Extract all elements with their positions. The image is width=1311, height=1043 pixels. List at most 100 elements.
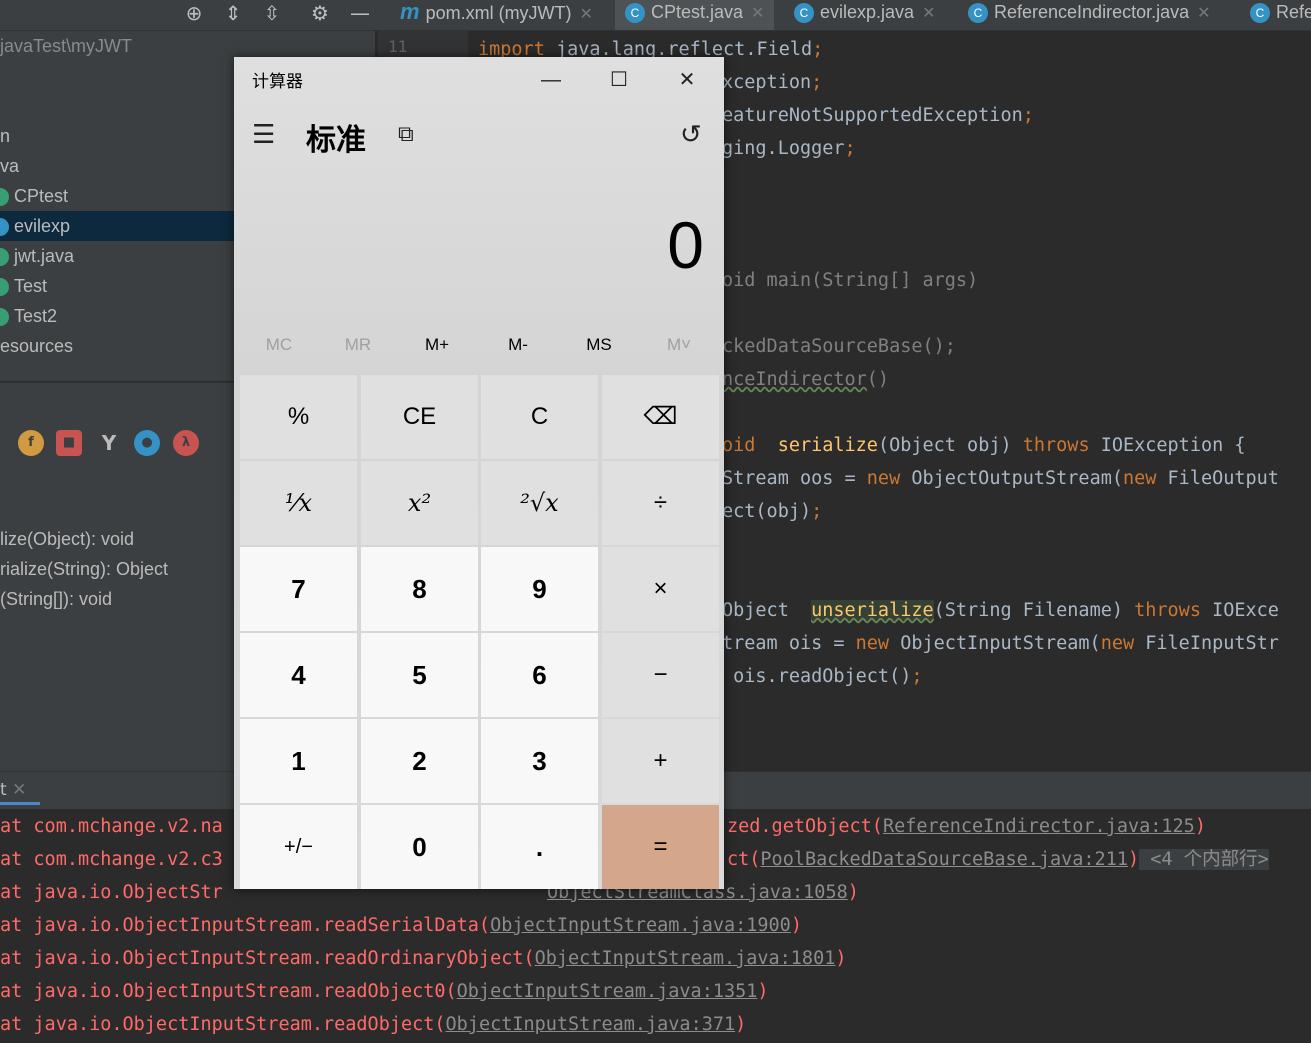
- stack-link[interactable]: PoolBackedDataSourceBase.java:211: [760, 849, 1128, 870]
- close-button[interactable]: ✕: [654, 57, 720, 103]
- code-line: Stream oos = new ObjectOutputStream(new …: [722, 468, 1279, 489]
- project-path: javaTest\myJWT: [0, 36, 133, 56]
- tree-item-test2[interactable]: Test2: [0, 301, 57, 331]
- reciprocal-button[interactable]: ⅟x: [240, 461, 357, 545]
- history-icon[interactable]: ↺: [680, 119, 702, 150]
- digit-3-button[interactable]: 3: [481, 719, 598, 803]
- hamburger-menu-icon[interactable]: ☰: [252, 119, 275, 150]
- gear-icon[interactable]: ⚙: [306, 0, 334, 26]
- lambda-icon[interactable]: λ: [173, 430, 199, 456]
- stack-line: at java.io.ObjectStr ObjectStreamClass.ja…: [0, 882, 859, 903]
- negate-button[interactable]: +/−: [240, 805, 357, 889]
- digit-0-button[interactable]: 0: [361, 805, 478, 889]
- internal-lines-badge[interactable]: <4 个内部行>: [1139, 849, 1269, 870]
- tree-item-label: evilexp: [14, 216, 71, 236]
- tree-item-label: va: [0, 156, 20, 176]
- code-line: oid serialize(Object obj) throws IOExcep…: [722, 435, 1246, 456]
- code-line: Object unserialize(String Filename) thro…: [722, 600, 1279, 621]
- structure-item[interactable]: (String[]): void: [0, 584, 112, 614]
- class-icon: C: [968, 3, 988, 24]
- close-icon[interactable]: ✕: [580, 6, 593, 23]
- tree-item[interactable]: n: [0, 121, 10, 151]
- memory-clear-button[interactable]: MC: [239, 335, 319, 355]
- circle-icon[interactable]: ●: [134, 430, 160, 456]
- maximize-button[interactable]: ☐: [586, 57, 652, 103]
- code-line: nceIndirector(): [722, 369, 890, 390]
- percent-button[interactable]: %: [240, 375, 357, 459]
- tree-item-label: CPtest: [14, 186, 69, 206]
- divide-button[interactable]: ÷: [602, 461, 719, 545]
- stack-line: at com.mchange.v2.na zed.getObject(Refere…: [0, 816, 1206, 837]
- multiply-button[interactable]: ×: [602, 547, 719, 631]
- digit-2-button[interactable]: 2: [361, 719, 478, 803]
- memory-recall-button[interactable]: MR: [318, 335, 398, 355]
- digit-7-button[interactable]: 7: [240, 547, 357, 631]
- field-filter-icon[interactable]: f: [18, 430, 44, 456]
- digit-4-button[interactable]: 4: [240, 633, 357, 717]
- run-tab[interactable]: t ✕: [0, 780, 26, 800]
- tab-label: evilexp.java: [820, 2, 915, 22]
- stack-link[interactable]: ObjectInputStream.java:1801: [535, 948, 836, 969]
- tab-referenceindirector[interactable]: C ReferenceIndirector.java ✕: [958, 0, 1221, 30]
- memory-subtract-button[interactable]: M-: [478, 335, 558, 355]
- digit-1-button[interactable]: 1: [240, 719, 357, 803]
- tree-item[interactable]: va: [0, 151, 19, 181]
- digit-8-button[interactable]: 8: [361, 547, 478, 631]
- result-display: 0: [667, 208, 704, 282]
- tab-label: pom.xml (myJWT): [425, 3, 572, 23]
- expand-icon[interactable]: ⇳: [258, 0, 286, 26]
- square-button[interactable]: x²: [361, 461, 478, 545]
- minimize-button[interactable]: —: [518, 57, 584, 103]
- lock-icon[interactable]: ■: [56, 430, 82, 456]
- subtract-button[interactable]: −: [602, 633, 719, 717]
- tree-item-test[interactable]: Test: [0, 271, 47, 301]
- digit-6-button[interactable]: 6: [481, 633, 598, 717]
- class-icon: [0, 278, 9, 297]
- target-icon[interactable]: ⊕: [180, 0, 208, 26]
- minimize-icon[interactable]: —: [346, 0, 374, 26]
- decimal-button[interactable]: .: [481, 805, 598, 889]
- tree-item-cptest[interactable]: CPtest: [0, 181, 68, 211]
- digit-5-button[interactable]: 5: [361, 633, 478, 717]
- stack-link[interactable]: ObjectInputStream.java:1900: [490, 915, 791, 936]
- memory-add-button[interactable]: M+: [397, 335, 477, 355]
- digit-9-button[interactable]: 9: [481, 547, 598, 631]
- tab-cptest[interactable]: C CPtest.java ✕: [615, 0, 775, 30]
- tab-refe[interactable]: C Refe: [1240, 0, 1311, 30]
- tab-label: Refe: [1276, 2, 1311, 22]
- structure-item[interactable]: rialize(String): Object: [0, 554, 168, 584]
- tree-item-label: Test: [14, 276, 48, 296]
- keep-on-top-icon[interactable]: ⧉: [398, 121, 414, 147]
- sqrt-button[interactable]: ²√x: [481, 461, 598, 545]
- tree-item-label: Test2: [14, 306, 58, 326]
- tab-pom-xml[interactable]: m pom.xml (myJWT) ✕: [392, 0, 601, 30]
- class-icon: [0, 248, 9, 267]
- close-icon[interactable]: ✕: [751, 5, 764, 22]
- close-icon[interactable]: ✕: [1197, 5, 1210, 22]
- equals-button[interactable]: =: [602, 805, 719, 889]
- stack-link[interactable]: ObjectInputStream.java:371: [446, 1014, 736, 1035]
- tree-item-jwt[interactable]: jwt.java: [0, 241, 74, 271]
- memory-list-button[interactable]: M˅: [639, 335, 719, 355]
- stack-line: at java.io.ObjectInputStream.readObject0…: [0, 981, 769, 1002]
- class-icon: C: [794, 3, 814, 24]
- backspace-button[interactable]: ⌫: [602, 375, 719, 459]
- clear-button[interactable]: C: [481, 375, 598, 459]
- memory-store-button[interactable]: MS: [559, 335, 639, 355]
- clear-entry-button[interactable]: CE: [361, 375, 478, 459]
- hierarchy-icon[interactable]: Y: [96, 430, 122, 456]
- tree-item-resources[interactable]: esources: [0, 331, 73, 361]
- stack-link[interactable]: ObjectInputStream.java:1351: [457, 981, 758, 1002]
- structure-item[interactable]: lize(Object): void: [0, 524, 134, 554]
- editor-tab-bar: ⊕ ⇕ ⇳ ⚙ — m pom.xml (myJWT) ✕ C CPtest.java…: [0, 0, 1311, 31]
- code-line: tream ois = new ObjectInputStream(new Fi…: [722, 633, 1279, 654]
- add-button[interactable]: +: [602, 719, 719, 803]
- window-title: 计算器: [252, 72, 303, 91]
- stack-line: at java.io.ObjectInputStream.readOrdinar…: [0, 948, 847, 969]
- tab-evilexp[interactable]: Cevilexp.java ✕: [784, 0, 945, 30]
- code-line: eatureNotSupportedException;: [722, 105, 1034, 126]
- close-icon[interactable]: ✕: [12, 780, 26, 800]
- stack-link[interactable]: ReferenceIndirector.java:125: [883, 816, 1195, 837]
- collapse-icon[interactable]: ⇕: [219, 0, 247, 26]
- close-icon[interactable]: ✕: [922, 5, 935, 22]
